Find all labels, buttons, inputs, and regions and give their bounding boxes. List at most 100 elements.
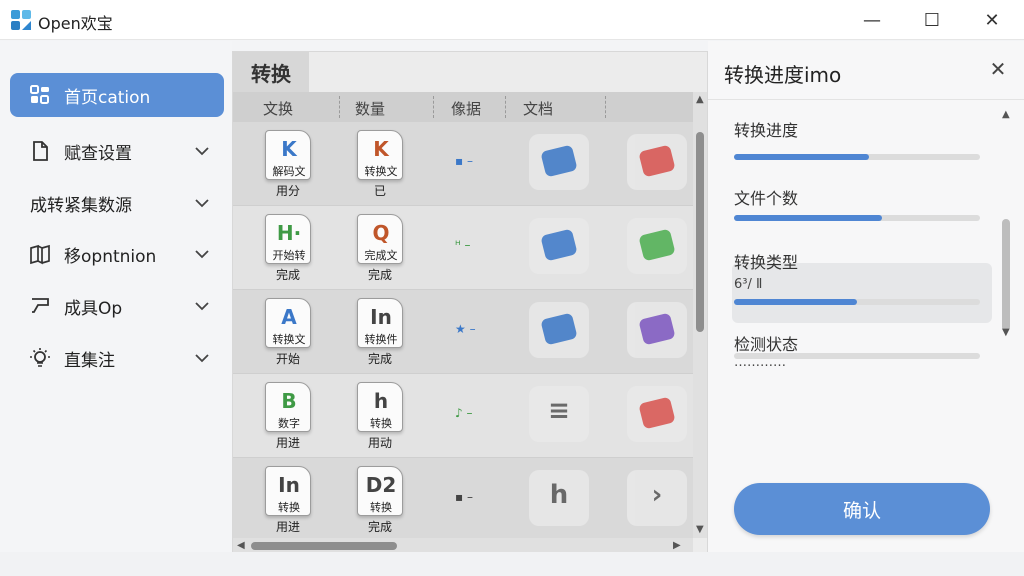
file-icon[interactable]: K 转换文	[357, 130, 403, 180]
sidebar-item-options[interactable]: 移opntnion	[10, 232, 224, 276]
file-icon[interactable]: In 转换件	[357, 298, 403, 348]
file-grid-panel: 转换 文换 数量 像据 文档 K 解码文 用分 K 转换文已 ▪ – H· 开始转完成 Q 完成文…	[232, 51, 708, 555]
chevron-down-icon[interactable]	[192, 141, 212, 161]
close-window-button[interactable]: ✕	[964, 0, 1020, 40]
format-indicator-icon: ★ –	[455, 322, 476, 336]
table-row[interactable]: A 转换文 开始 In 转换件 完成 ★ –	[233, 290, 693, 374]
scroll-up-icon[interactable]: ▲	[1002, 109, 1010, 120]
file-icon[interactable]: A 转换文	[265, 298, 311, 348]
progress-bar	[734, 215, 980, 221]
scroll-left-icon[interactable]: ◀	[237, 540, 245, 551]
column-separator	[605, 96, 606, 118]
file-icon[interactable]: D2 转换	[357, 466, 403, 516]
scroll-down-icon[interactable]: ▼	[1002, 327, 1010, 338]
document-preview-tile[interactable]	[529, 134, 589, 190]
grid-body: K 解码文 用分 K 转换文已 ▪ – H· 开始转 完成 Q 完成文 完成 ᴴ – A 转换文 开始 In 转换…	[233, 122, 693, 538]
file-glyph: B	[281, 389, 297, 413]
format-indicator-icon: ▪ –	[455, 154, 473, 168]
document-preview-tile[interactable]: ≡	[529, 386, 589, 442]
document-preview-tile[interactable]	[529, 218, 589, 274]
file-label: 开始转	[272, 249, 306, 262]
file-document-icon: In 转换	[265, 466, 311, 516]
file-glyph: In	[278, 473, 300, 497]
chevron-down-icon[interactable]	[192, 296, 212, 316]
file-icon[interactable]: K 解码文	[265, 130, 311, 180]
file-document-icon: H· 开始转	[265, 214, 311, 264]
file-glyph: In	[370, 305, 392, 329]
status-strip	[0, 552, 1024, 576]
document-preview-tile[interactable]	[627, 386, 687, 442]
column-header[interactable]: 像据	[451, 98, 481, 119]
progress-label: 检测状态	[734, 335, 799, 354]
tab-convert[interactable]: 转换	[233, 52, 309, 92]
document-preview-tile[interactable]	[627, 302, 687, 358]
chevron-down-icon[interactable]	[192, 244, 212, 264]
scroll-up-icon[interactable]: ▲	[696, 94, 704, 105]
column-header[interactable]: 数量	[355, 98, 385, 119]
column-header[interactable]: 文换	[263, 98, 293, 119]
confirm-button[interactable]: 确认	[734, 483, 990, 535]
document-preview-tile[interactable]	[529, 302, 589, 358]
progress-bar	[734, 154, 980, 160]
document-preview-tile[interactable]: ›	[627, 470, 687, 526]
file-label: 数字	[278, 417, 300, 430]
table-row[interactable]: In 转换 用进 D2 转换 完成 ▪ – h ›	[233, 458, 693, 538]
file-icon[interactable]: Q 完成文	[357, 214, 403, 264]
file-glyph: K	[373, 137, 389, 161]
table-row[interactable]: H· 开始转 完成 Q 完成文 完成 ᴴ –	[233, 206, 693, 290]
panel-scrollbar[interactable]: ▲ ▼	[1000, 109, 1012, 339]
progress-fill	[734, 154, 870, 160]
file-document-icon: B 数字	[265, 382, 311, 432]
sidebar-item-settings[interactable]: 赋查设置	[10, 129, 224, 173]
file-glyph: H·	[276, 221, 302, 245]
vertical-scroll-thumb[interactable]	[696, 132, 704, 332]
sidebar-item-label: 成转紧集数源	[30, 195, 132, 216]
format-indicator-icon: ▪ –	[455, 490, 473, 504]
grid-header: 文换 数量 像据 文档	[233, 92, 693, 122]
file-icon[interactable]: h 转换	[357, 382, 403, 432]
divider	[708, 99, 1024, 100]
panel-scroll-thumb[interactable]	[1002, 219, 1010, 331]
file-icon[interactable]: In 转换	[265, 466, 311, 516]
column-header[interactable]: 文档	[523, 98, 553, 119]
file-glyph: A	[281, 305, 297, 329]
file-caption: 用动	[367, 436, 392, 450]
app-logo-icon	[11, 10, 31, 30]
sidebar-item-home[interactable]: 首页cation	[10, 73, 224, 117]
sidebar-item-data-sources[interactable]: 成转紧集数源	[10, 181, 224, 225]
progress-label: 文件个数	[734, 189, 799, 208]
scroll-down-icon[interactable]: ▼	[696, 524, 704, 535]
tile-shape-icon	[638, 312, 676, 346]
progress-item: 检测状态 …………	[734, 331, 984, 370]
maximize-button[interactable]: ☐	[904, 0, 960, 40]
sidebar-item-notes[interactable]: 直集注	[10, 336, 224, 380]
file-icon[interactable]: B 数字	[265, 382, 311, 432]
file-caption: 完成	[275, 268, 300, 282]
progress-label: 转换类型	[734, 253, 799, 272]
sidebar: 首页cation 赋查设置 成转紧集数源 移opntnion 成具Op 直集注	[0, 41, 232, 576]
tile-shape-icon	[540, 228, 578, 262]
close-icon[interactable]: ✕	[986, 57, 1010, 81]
vertical-scrollbar[interactable]: ▲ ▼	[693, 92, 707, 538]
horizontal-scroll-thumb[interactable]	[251, 542, 397, 550]
document-preview-tile[interactable]	[627, 134, 687, 190]
file-caption: 完成	[367, 352, 392, 366]
file-glyph: h	[373, 389, 389, 413]
tile-glyph: ≡	[548, 396, 570, 426]
minimize-button[interactable]: —	[844, 0, 900, 40]
table-row[interactable]: K 解码文 用分 K 转换文已 ▪ –	[233, 122, 693, 206]
document-preview-tile[interactable]	[627, 218, 687, 274]
progress-bar	[734, 353, 980, 359]
table-row[interactable]: B 数字 用进 h 转换 用动 ♪ – ≡	[233, 374, 693, 458]
chevron-down-icon[interactable]	[192, 348, 212, 368]
chevron-down-icon[interactable]	[192, 193, 212, 213]
scroll-right-icon[interactable]: ▶	[673, 540, 681, 551]
file-caption: 用进	[275, 520, 300, 534]
file-document-icon: Q 完成文	[357, 214, 403, 264]
dashboard-icon	[28, 83, 52, 107]
app-title: Open欢宝	[38, 14, 113, 33]
paint-roller-icon	[28, 294, 52, 318]
file-icon[interactable]: H· 开始转	[265, 214, 311, 264]
document-preview-tile[interactable]: h	[529, 470, 589, 526]
sidebar-item-tools[interactable]: 成具Op	[10, 284, 224, 328]
